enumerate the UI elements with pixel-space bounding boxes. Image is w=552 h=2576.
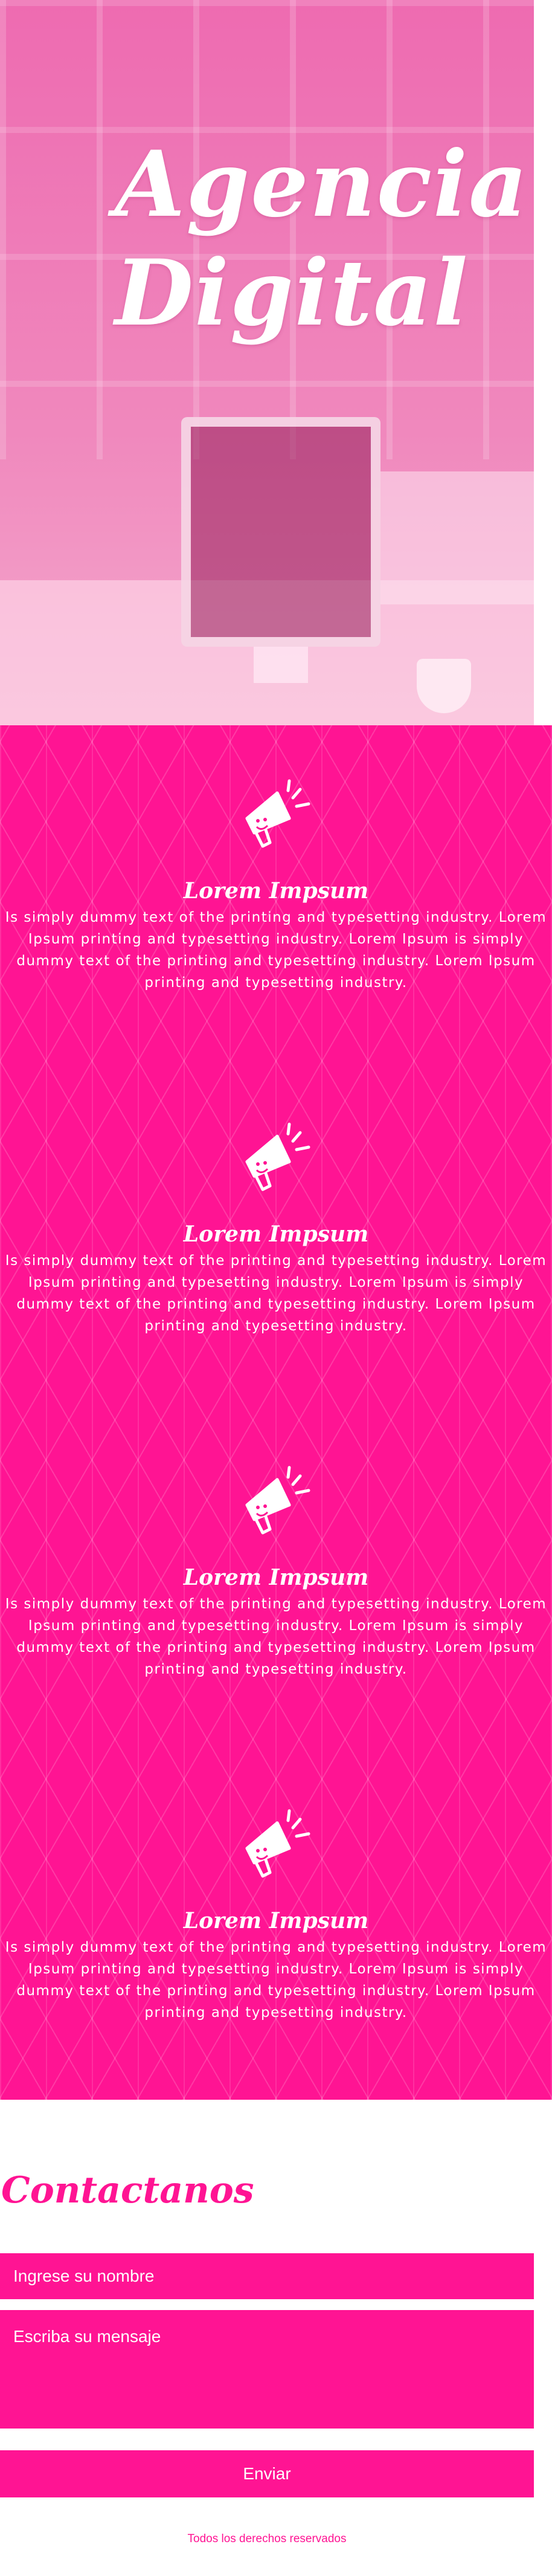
contact-title: Contactanos bbox=[1, 2169, 254, 2212]
feature-item: Lorem Impsum Is simply dummy text of the… bbox=[0, 1804, 552, 2024]
hero-banner: Agencia Digital bbox=[0, 0, 534, 725]
name-input[interactable]: Ingrese su nombre bbox=[0, 2253, 534, 2299]
feature-title: Lorem Impsum bbox=[183, 878, 369, 904]
feature-title: Lorem Impsum bbox=[183, 1565, 369, 1590]
message-textarea[interactable]: Escriba su mensaje bbox=[0, 2310, 534, 2429]
feature-title: Lorem Impsum bbox=[183, 1908, 369, 1934]
feature-item: Lorem Impsum Is simply dummy text of the… bbox=[0, 774, 552, 994]
feature-item: Lorem Impsum Is simply dummy text of the… bbox=[0, 1460, 552, 1680]
feature-title: Lorem Impsum bbox=[183, 1222, 369, 1247]
contact-section: Contactanos Ingrese su nombre Escriba su… bbox=[0, 2100, 552, 2576]
feature-text: Is simply dummy text of the printing and… bbox=[5, 1940, 547, 2021]
footer-copyright: Todos los derechos reservados bbox=[187, 2532, 347, 2545]
megaphone-icon bbox=[245, 779, 310, 848]
hero-title-line1: Agencia bbox=[115, 131, 529, 238]
hero-title: Agencia Digital bbox=[115, 130, 528, 348]
feature-item: Lorem Impsum Is simply dummy text of the… bbox=[0, 1117, 552, 1337]
hero-background-monitor-stand bbox=[254, 647, 308, 683]
hero-background-monitor bbox=[181, 417, 380, 647]
feature-text: Is simply dummy text of the printing and… bbox=[5, 910, 547, 991]
megaphone-icon bbox=[245, 1122, 310, 1191]
megaphone-icon bbox=[245, 1809, 310, 1878]
hero-title-line2: Digital bbox=[115, 240, 469, 346]
hero-background-mug bbox=[417, 659, 471, 713]
send-button[interactable]: Enviar bbox=[0, 2450, 534, 2497]
features-section: Lorem Impsum Is simply dummy text of the… bbox=[0, 725, 552, 2100]
megaphone-icon bbox=[245, 1466, 310, 1535]
feature-text: Is simply dummy text of the printing and… bbox=[5, 1596, 547, 1677]
feature-text: Is simply dummy text of the printing and… bbox=[5, 1253, 547, 1334]
